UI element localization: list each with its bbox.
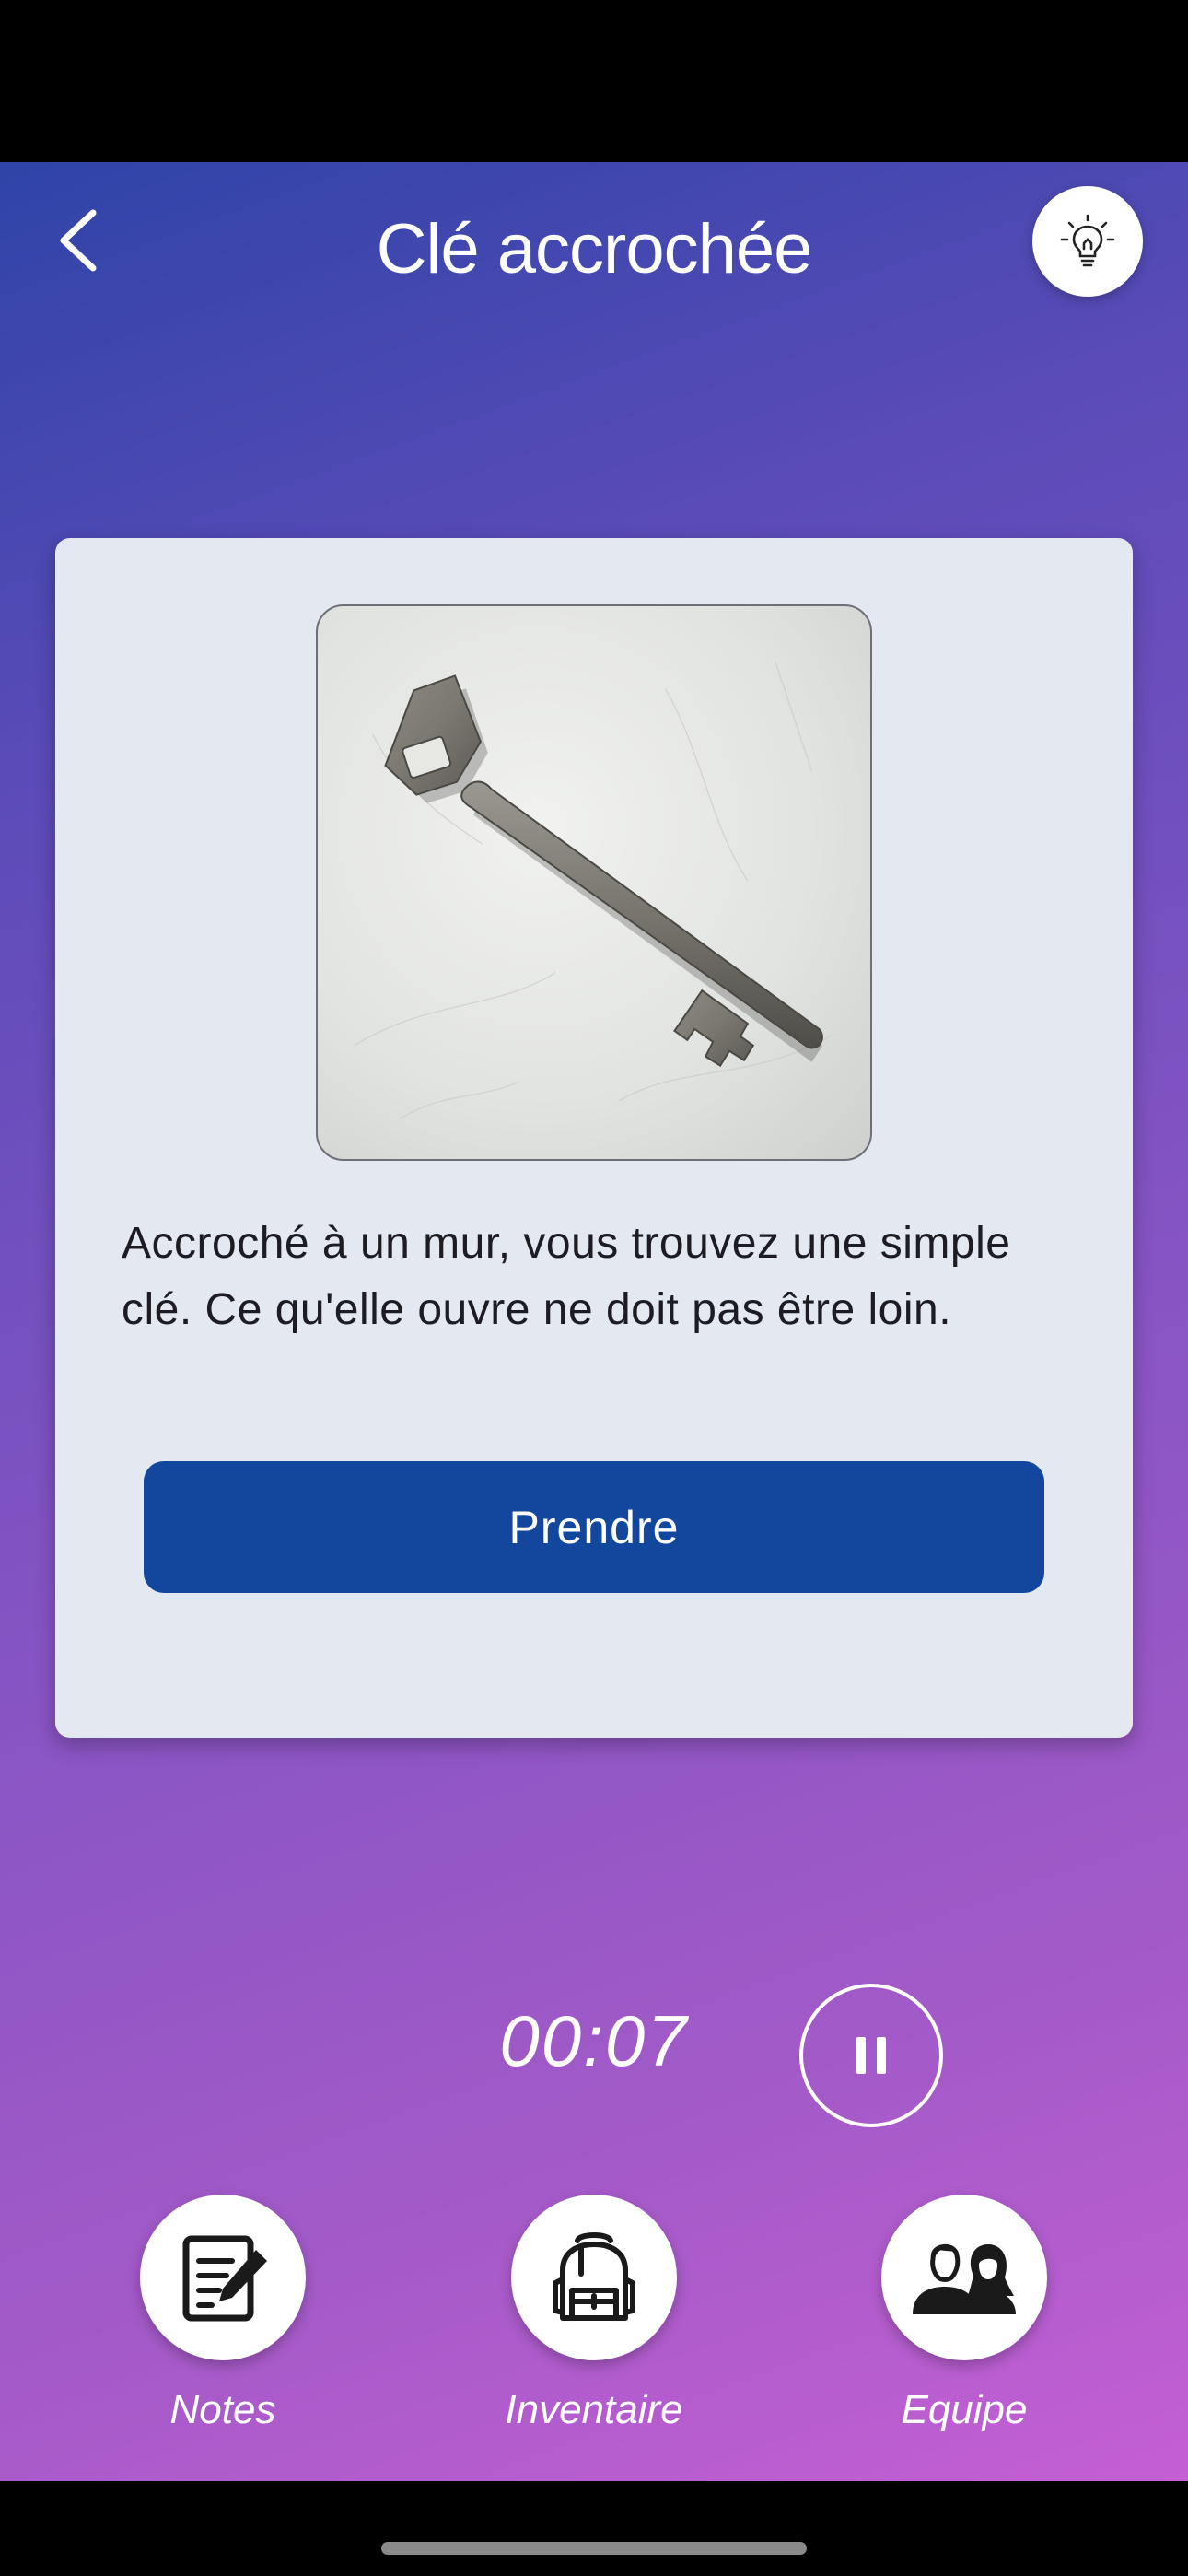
back-button[interactable] [37,199,120,282]
nav-team-label: Equipe [901,2387,1028,2432]
page-title: Clé accrochée [376,210,813,288]
key-illustration [354,661,831,1119]
item-card: Accroché à un mur, vous trouvez une simp… [55,538,1133,1738]
chevron-left-icon [60,209,97,272]
game-timer: 00:07 [499,2000,689,2081]
nav-team[interactable]: Equipe [826,2195,1102,2471]
pause-button[interactable] [799,1984,943,2127]
take-button[interactable]: Prendre [144,1461,1044,1593]
nav-notes-label: Notes [169,2387,276,2432]
pause-icon [856,2037,886,2074]
hint-button[interactable] [1032,186,1143,297]
home-indicator[interactable] [381,2542,807,2555]
home-bar-area [0,2481,1188,2576]
team-button[interactable] [881,2195,1047,2360]
item-description: Accroché à un mur, vous trouvez une simp… [122,1219,1011,1334]
notes-button[interactable] [140,2195,306,2360]
nav-inventory-label: Inventaire [505,2387,683,2432]
nav-notes[interactable]: Notes [85,2195,361,2471]
team-icon [913,2243,1016,2314]
key-image [316,604,872,1161]
app-screen: Clé accrochée Accroché à un mur, vous tr… [0,162,1188,2481]
status-bar [0,0,1188,162]
backpack-icon [553,2232,635,2321]
nav-inventory[interactable]: Inventaire [456,2195,732,2471]
inventory-button[interactable] [511,2195,677,2360]
notes-edit-icon [182,2235,267,2322]
lightbulb-icon [1060,214,1115,267]
